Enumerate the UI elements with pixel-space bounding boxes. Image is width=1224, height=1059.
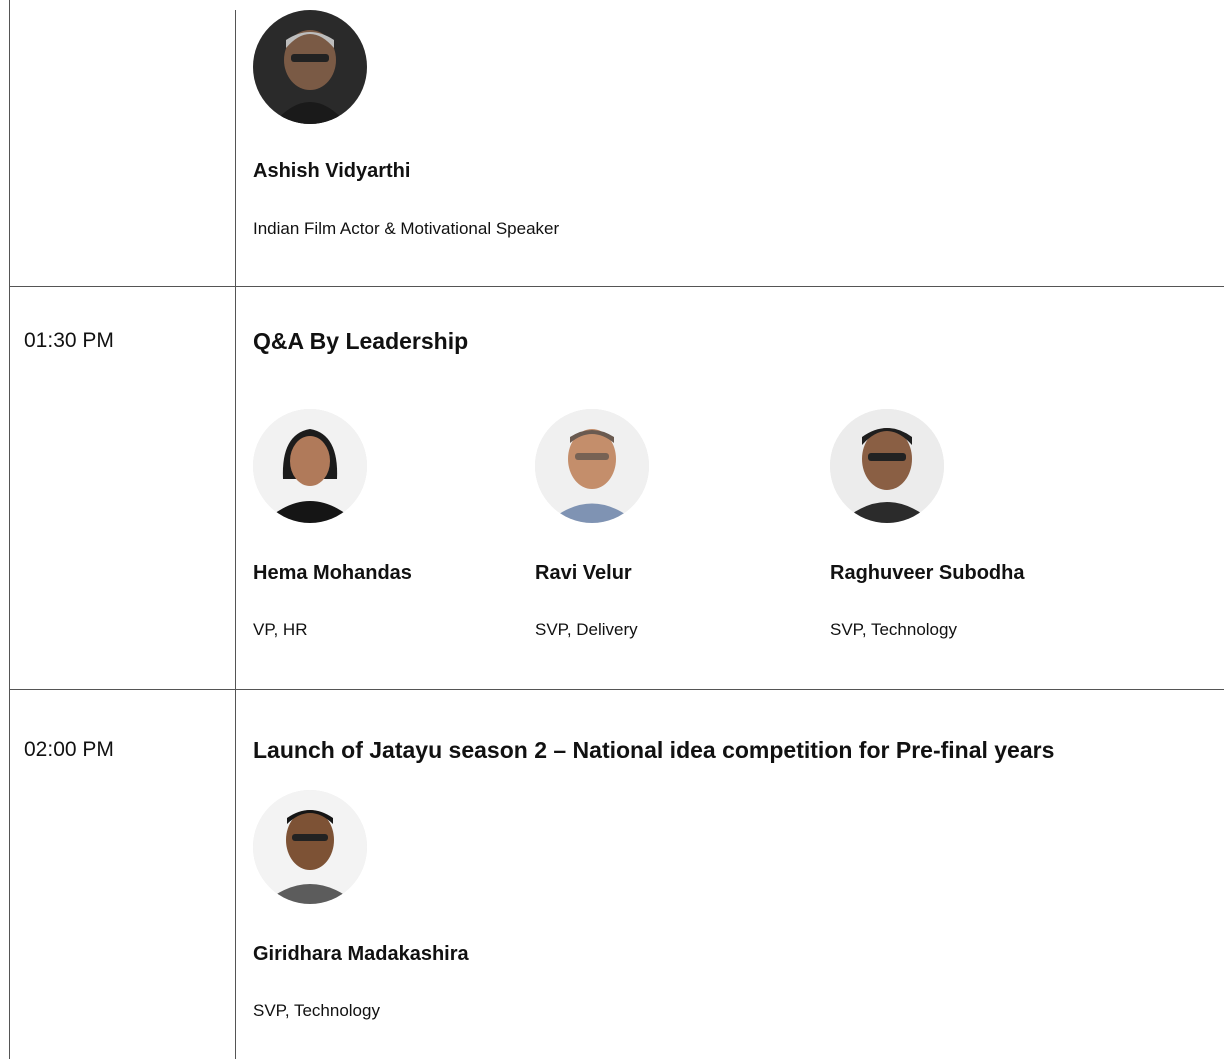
speaker-card: Ashish Vidyarthi Indian Film Actor & Mot… <box>253 10 559 250</box>
speaker-name: Raghuveer Subodha <box>830 562 1025 584</box>
speaker-role: SVP, Technology <box>253 1001 380 1020</box>
speaker-card: Ravi Velur SVP, Delivery <box>535 409 795 649</box>
session-time: 02:00 PM <box>24 738 114 761</box>
table-column-divider <box>235 10 236 1059</box>
speaker-card: Raghuveer Subodha SVP, Technology <box>830 409 1090 649</box>
speaker-name: Ravi Velur <box>535 562 632 584</box>
speaker-role: SVP, Technology <box>830 620 957 639</box>
session-time: 01:30 PM <box>24 329 114 352</box>
table-border-left <box>9 0 10 1059</box>
session-title: Q&A By Leadership <box>253 328 469 354</box>
row-divider <box>9 689 1224 690</box>
speaker-role: Indian Film Actor & Motivational Speaker <box>253 219 560 238</box>
speaker-name: Hema Mohandas <box>253 562 412 584</box>
speaker-role: VP, HR <box>253 620 308 639</box>
speaker-role: SVP, Delivery <box>535 620 638 639</box>
speaker-name: Ashish Vidyarthi <box>253 160 411 182</box>
speaker-photo <box>253 790 367 904</box>
session-title: Launch of Jatayu season 2 – National ide… <box>253 737 1055 763</box>
speaker-card: Giridhara Madakashira SVP, Technology <box>253 790 513 1030</box>
speaker-photo <box>253 10 367 124</box>
speaker-card: Hema Mohandas VP, HR <box>253 409 513 649</box>
agenda-page: Ashish Vidyarthi Indian Film Actor & Mot… <box>0 0 1224 1059</box>
row-divider <box>9 286 1224 287</box>
speaker-photo <box>535 409 649 523</box>
speaker-photo <box>253 409 367 523</box>
speaker-photo <box>830 409 944 523</box>
speaker-name: Giridhara Madakashira <box>253 943 469 965</box>
